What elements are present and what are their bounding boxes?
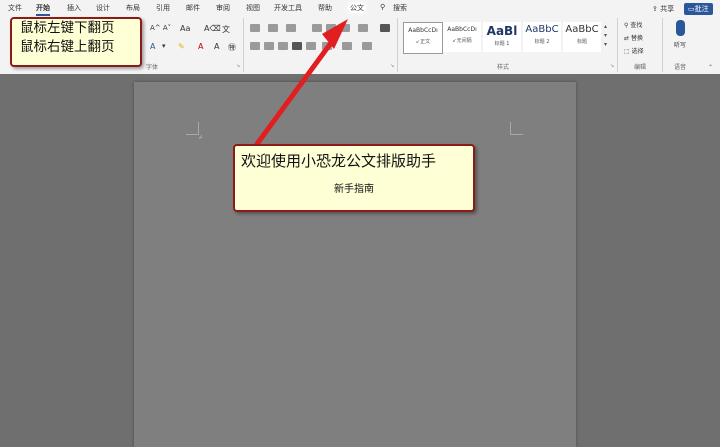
beginner-guide-link[interactable]: 新手指南 (235, 180, 473, 195)
arrow-head-icon (322, 19, 348, 49)
welcome-title: 欢迎使用小恐龙公文排版助手 (241, 152, 437, 170)
pointer-arrow (254, 19, 348, 147)
hint-line-2: 鼠标右键上翻页 (20, 39, 115, 55)
page-turn-hint: 鼠标左键下翻页 鼠标右键上翻页 (10, 17, 142, 67)
hint-line-1: 鼠标左键下翻页 (20, 20, 115, 36)
arrow-shaft (254, 33, 339, 147)
welcome-dialog: 欢迎使用小恐龙公文排版助手 新手指南 (233, 144, 475, 212)
